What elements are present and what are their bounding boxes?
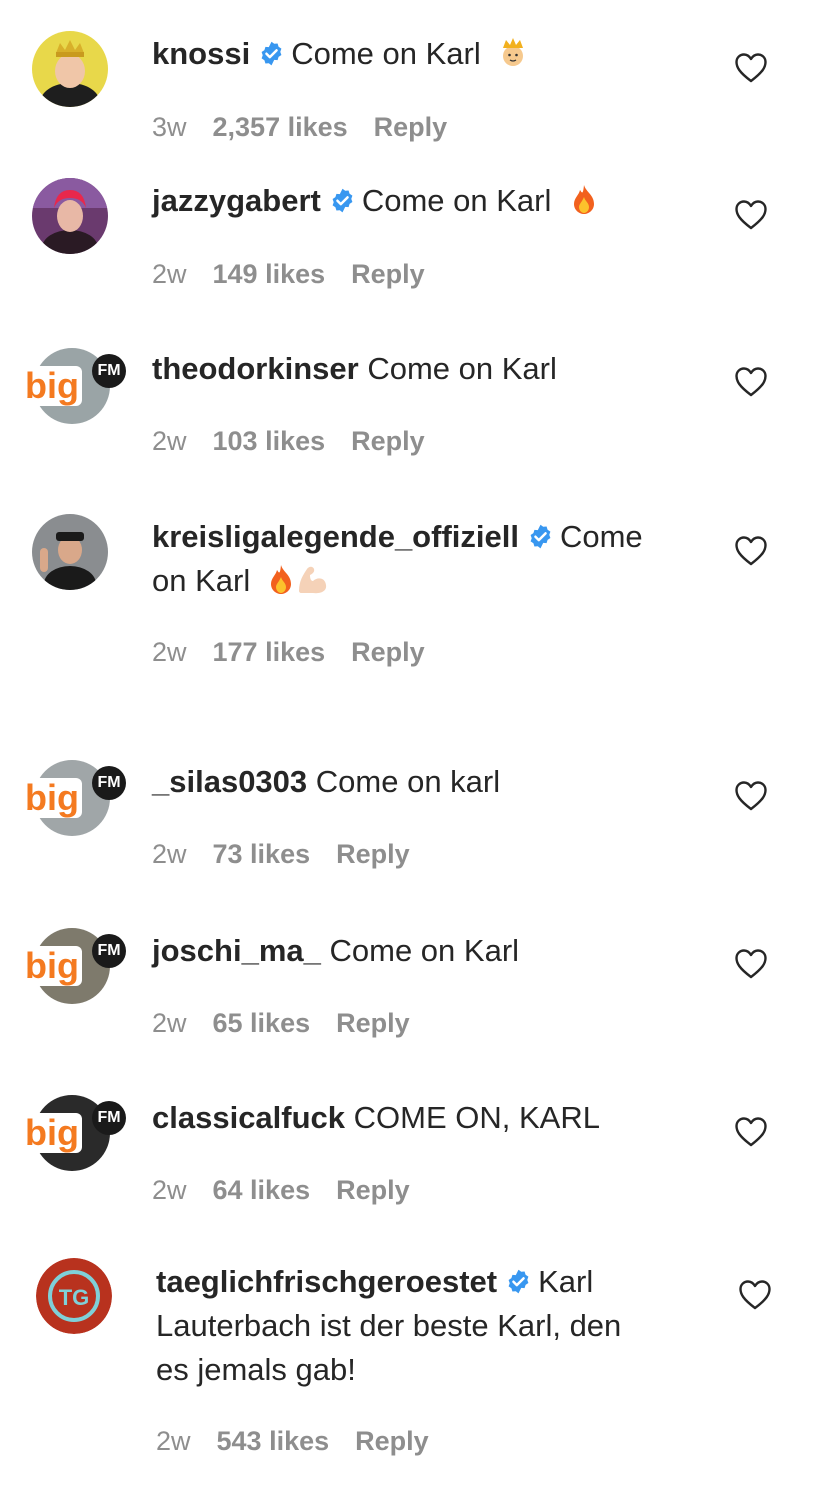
heart-outline-icon[interactable]	[734, 52, 768, 84]
comment-age: 2w	[152, 839, 187, 869]
verified-badge-icon	[261, 41, 282, 66]
bigfm-big-logo: big	[22, 366, 82, 406]
bigfm-fm-logo: FM	[92, 934, 126, 968]
comment-username[interactable]: _silas0303	[152, 764, 307, 799]
bigfm-avatar[interactable]: big FM	[20, 926, 132, 1006]
comment-age: 2w	[152, 259, 187, 289]
verified-badge-icon	[332, 188, 353, 213]
bigfm-fm-logo: FM	[92, 766, 126, 800]
comment-text-cont: es jemals gab!	[156, 1352, 356, 1387]
reply-button[interactable]: Reply	[336, 1008, 410, 1038]
reply-button[interactable]: Reply	[336, 1175, 410, 1205]
reply-button[interactable]: Reply	[351, 637, 425, 667]
heart-outline-icon[interactable]	[734, 199, 768, 231]
reply-button[interactable]: Reply	[374, 112, 448, 142]
comment-username[interactable]: theodorkinser	[152, 351, 359, 386]
bigfm-big-logo: big	[22, 1113, 82, 1153]
comment-text: Come	[559, 519, 643, 554]
comment-age: 2w	[152, 1008, 187, 1038]
heart-outline-icon[interactable]	[734, 948, 768, 980]
fire-emoji	[270, 565, 291, 594]
comment-text-cont: Lauterbach ist der beste Karl, den	[156, 1308, 622, 1343]
avatar[interactable]	[32, 514, 108, 590]
reply-button[interactable]: Reply	[351, 426, 425, 456]
avatar[interactable]	[32, 178, 108, 254]
avatar[interactable]	[32, 31, 108, 107]
comment-text: Karl	[538, 1264, 594, 1299]
heart-outline-icon[interactable]	[738, 1279, 772, 1311]
heart-outline-icon[interactable]	[734, 780, 768, 812]
fire-emoji	[574, 185, 594, 214]
comment-text: Come on Karl	[329, 933, 520, 968]
comment-text: Come on karl	[315, 764, 501, 799]
comment-age: 2w	[152, 1175, 187, 1205]
comment-username[interactable]: joschi_ma_	[152, 933, 321, 968]
tfg-logo-text: TG	[59, 1285, 90, 1310]
verified-badge-icon	[508, 1269, 529, 1294]
like-count[interactable]: 149 likes	[213, 259, 326, 289]
like-count[interactable]: 103 likes	[213, 426, 326, 456]
comment-username[interactable]: kreisligalegende_offiziell	[152, 519, 519, 554]
comment-text: Come on Karl	[361, 183, 552, 218]
comment-username[interactable]: knossi	[152, 36, 250, 71]
reply-button[interactable]: Reply	[355, 1426, 429, 1456]
bigfm-avatar[interactable]: big FM	[20, 1093, 132, 1173]
avatar[interactable]: TG	[36, 1258, 112, 1334]
like-count[interactable]: 2,357 likes	[213, 112, 348, 142]
comment-username[interactable]: taeglichfrischgeroestet	[156, 1264, 497, 1299]
reply-button[interactable]: Reply	[336, 839, 410, 869]
comment-age: 3w	[152, 112, 187, 142]
comment-age: 2w	[152, 637, 187, 667]
verified-badge-icon	[530, 524, 551, 549]
bigfm-fm-logo: FM	[92, 354, 126, 388]
comment-username[interactable]: classicalfuck	[152, 1100, 345, 1135]
comment-age: 2w	[152, 426, 187, 456]
flexed-biceps-emoji	[298, 566, 326, 594]
reply-button[interactable]: Reply	[351, 259, 425, 289]
heart-outline-icon[interactable]	[734, 366, 768, 398]
bigfm-big-logo: big	[22, 778, 82, 818]
comment-text: COME ON, KARL	[353, 1100, 600, 1135]
like-count[interactable]: 543 likes	[217, 1426, 330, 1456]
heart-outline-icon[interactable]	[734, 1116, 768, 1148]
like-count[interactable]: 65 likes	[213, 1008, 311, 1038]
bigfm-avatar[interactable]: big FM	[20, 346, 132, 426]
comment-text: Come on Karl	[367, 351, 557, 386]
bigfm-fm-logo: FM	[92, 1101, 126, 1135]
like-count[interactable]: 64 likes	[213, 1175, 311, 1205]
like-count[interactable]: 177 likes	[213, 637, 326, 667]
comment-text: Come on Karl	[291, 36, 481, 71]
comment-username[interactable]: jazzygabert	[152, 183, 321, 218]
like-count[interactable]: 73 likes	[213, 839, 311, 869]
bigfm-big-logo: big	[22, 946, 82, 986]
comment-text-cont: on Karl	[152, 563, 251, 598]
bigfm-avatar[interactable]: big FM	[20, 758, 132, 838]
crown-face-emoji	[503, 38, 524, 66]
comment-age: 2w	[156, 1426, 191, 1456]
heart-outline-icon[interactable]	[734, 535, 768, 567]
